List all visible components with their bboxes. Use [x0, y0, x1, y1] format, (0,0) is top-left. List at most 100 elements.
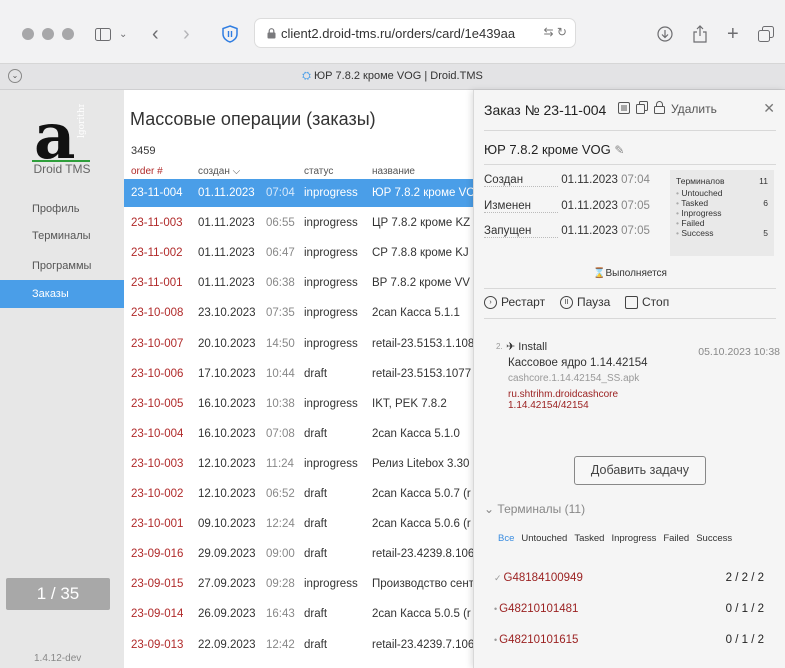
svg-text:lgorithm: lgorithm [77, 104, 87, 138]
terminal-row[interactable]: ✓ G48184100949 2 / 2 / 2 [494, 572, 764, 584]
lock-icon[interactable] [654, 101, 665, 117]
close-window-button[interactable] [22, 28, 34, 40]
created-time: 09:00 [266, 548, 295, 561]
terminal-status-icon: ✓ [494, 573, 502, 583]
task-package-name: Кассовое ядро 1.14.42154 [508, 357, 648, 369]
status-running: ⌛Выполняется [593, 268, 667, 279]
table-row[interactable]: 23-09-013 22.09.2023 12:42 draft retail-23.4… [124, 631, 504, 659]
close-icon[interactable]: ✕ [763, 100, 775, 117]
column-header-created[interactable]: создан ⌵ [198, 166, 240, 180]
tabs-overview-icon[interactable] [758, 22, 774, 46]
translate-reload-icon[interactable]: ⇆ ↻ [539, 25, 567, 39]
terminal-id: G48184100949 [503, 572, 583, 584]
list-icon[interactable] [618, 101, 630, 117]
started-row: Запущен 01.11.2023 07:05 [484, 225, 650, 238]
table-row[interactable]: 23-11-002 01.11.2023 06:47 inprogress СР 7.8… [124, 239, 504, 267]
table-row[interactable]: 23-10-001 09.10.2023 12:24 draft 2can Касса … [124, 510, 504, 538]
address-bar[interactable]: client2.droid-tms.ru/orders/card/1e439aa… [254, 18, 576, 48]
table-row[interactable]: 23-09-01221.09.202306:33draft2can Касса … [124, 661, 504, 668]
terminal-status-icon: • [494, 635, 498, 645]
terminal-status-icon: • [494, 604, 498, 614]
send-icon: ✈ [506, 341, 516, 353]
started-label: Запущен [484, 225, 558, 238]
table-row[interactable]: 23-11-003 01.11.2023 06:55 inprogress ЦР 7.8… [124, 209, 504, 237]
filter-failed[interactable]: Failed [663, 533, 689, 544]
shield-icon[interactable] [222, 22, 238, 46]
terminal-row[interactable]: • G48210101481 0 / 1 / 2 [494, 603, 764, 615]
created-date: 29.09.2023 [198, 548, 256, 561]
stop-button[interactable]: Стоп [625, 295, 669, 309]
sidebar-item-terminals[interactable]: Терминалы [0, 222, 124, 250]
back-icon[interactable]: ‹ [152, 22, 159, 46]
filter-all[interactable]: Все [498, 533, 514, 544]
task-number: 2. [496, 342, 503, 351]
logo-name: Droid TMS [33, 162, 91, 176]
sidebar-item-programs[interactable]: Программы [0, 252, 124, 280]
add-task-button[interactable]: Добавить задачу [574, 456, 706, 485]
filter-untouched[interactable]: Untouched [521, 533, 567, 544]
task-package-id: ru.shtrihm.droidcashcore 1.14.42154/42154 [508, 389, 618, 411]
order-status: inprogress [304, 247, 358, 260]
table-row[interactable]: 23-10-003 12.10.2023 11:24 inprogress Релиз … [124, 450, 504, 478]
column-header-status[interactable]: статус [304, 166, 333, 180]
order-number: 23-10-002 [131, 488, 184, 500]
sidebar-item-profile[interactable]: Профиль [0, 195, 124, 223]
address-url: client2.droid-tms.ru/orders/card/1e439aa [281, 25, 516, 41]
table-row[interactable]: 23-10-008 23.10.2023 07:35 inprogress 2can К… [124, 299, 504, 327]
filter-success[interactable]: Success [696, 533, 732, 544]
order-actions: Удалить [618, 101, 717, 117]
sidebar-toggle-icon[interactable] [95, 22, 111, 46]
copy-icon[interactable] [636, 101, 648, 117]
table-row[interactable]: 23-10-007 20.10.2023 14:50 inprogress retail… [124, 330, 504, 358]
divider [484, 130, 776, 131]
sidebar-item-orders[interactable]: Заказы [0, 280, 124, 308]
terminals-section-header[interactable]: ⌄ Терминалы (11) [484, 502, 585, 516]
created-date: 22.09.2023 [198, 638, 256, 651]
new-tab-icon[interactable]: + [727, 22, 739, 46]
order-number: 23-10-005 [131, 397, 184, 410]
order-name: ЮР 7.8.2 кроме VOG ✎ [484, 142, 624, 157]
table-row[interactable]: 23-11-001 01.11.2023 06:38 inprogress ВР 7.8… [124, 269, 504, 297]
package-version: 1.14.42154/42154 [508, 400, 589, 411]
table-row[interactable]: 23-10-006 17.10.2023 10:44 draft retail-23.5… [124, 360, 504, 388]
order-number: 23-10-001 [131, 518, 184, 531]
column-header-name[interactable]: название [372, 166, 415, 180]
delete-button[interactable]: Удалить [671, 102, 717, 116]
restart-button[interactable]: › Рестарт [484, 295, 545, 309]
created-time: 12:24 [266, 518, 295, 531]
zoom-window-button[interactable] [62, 28, 74, 40]
table-row[interactable]: 23-10-004 16.10.2023 07:08 draft 2can Касса … [124, 420, 504, 448]
tab-title: ЮР 7.8.2 кроме VOG | Droid.TMS [314, 70, 483, 82]
share-icon[interactable] [693, 22, 707, 46]
chevron-down-icon[interactable]: ⌄ [119, 22, 127, 46]
created-date: 26.09.2023 [198, 608, 256, 621]
order-status: draft [304, 427, 328, 440]
order-name-text: ЮР 7.8.2 кроме VOG [484, 142, 611, 157]
table-row[interactable]: 23-09-015 27.09.2023 09:28 inprogress Произв… [124, 570, 504, 598]
pause-button[interactable]: II Пауза [560, 295, 610, 309]
download-icon[interactable] [657, 22, 673, 46]
stop-icon [625, 295, 638, 309]
order-number: 23-11-001 [131, 277, 183, 290]
order-status: inprogress [304, 337, 358, 350]
filter-inprogress[interactable]: Inprogress [611, 533, 656, 544]
terminal-row[interactable]: • G48210101615 0 / 1 / 2 [494, 634, 764, 646]
created-date: 01.11.2023 [198, 277, 255, 290]
created-date: 09.10.2023 [198, 518, 256, 531]
page-indicator[interactable]: 1 / 35 [6, 578, 110, 610]
minimize-window-button[interactable] [42, 28, 54, 40]
table-row[interactable]: 23-11-004 01.11.2023 07:04 inprogress ЮР 7.8… [124, 179, 504, 207]
table-row[interactable]: 23-10-005 16.10.2023 10:38 inprogress IKT, P… [124, 390, 504, 418]
table-row[interactable]: 23-10-002 12.10.2023 06:52 draft 2can Касса … [124, 480, 504, 508]
active-tab[interactable]: ⛭ ЮР 7.8.2 кроме VOG | Droid.TMS [0, 70, 785, 83]
divider [484, 318, 776, 319]
edit-pencil-icon[interactable]: ✎ [614, 143, 624, 157]
column-header-order[interactable]: order # [131, 166, 163, 180]
filter-tasked[interactable]: Tasked [574, 533, 604, 544]
task-item[interactable]: 2. ✈ Install 05.10.2023 10:38 Кассовое я… [484, 336, 780, 456]
table-row[interactable]: 23-09-016 29.09.2023 09:00 draft retail-23.4… [124, 540, 504, 568]
forward-icon[interactable]: › [183, 22, 190, 46]
terminal-counts: 0 / 1 / 2 [725, 634, 764, 646]
table-row[interactable]: 23-09-014 26.09.2023 16:43 draft 2can Касса … [124, 600, 504, 628]
modified-row: Изменен 01.11.2023 07:05 [484, 200, 650, 213]
